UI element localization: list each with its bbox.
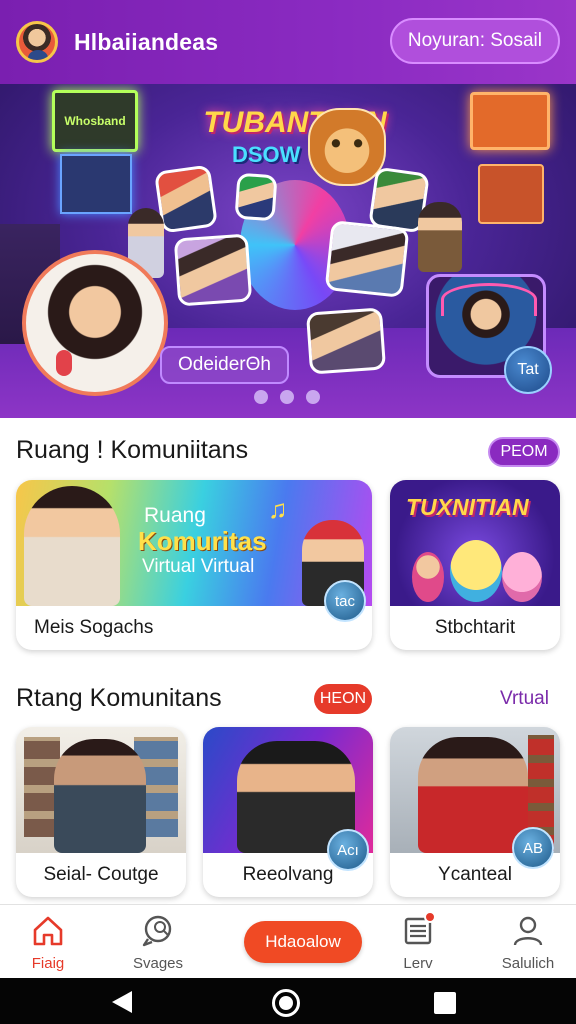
person-figure — [418, 737, 528, 853]
floating-photo — [234, 172, 278, 222]
person-figure — [54, 739, 146, 853]
wall-screen — [60, 154, 132, 214]
neon-sign: Whosband — [52, 90, 138, 152]
section-title: Rtang Komunitans — [16, 684, 222, 712]
user-avatar[interactable] — [16, 21, 58, 63]
section-pill[interactable]: HEON — [314, 684, 372, 714]
bottom-nav: Fiaig Svages Hdaoalow Lerv Salulich — [0, 904, 576, 978]
section-pill[interactable]: PEOM — [488, 437, 560, 467]
music-note-icon: ♫ — [268, 494, 288, 524]
nav-item-list[interactable]: Lerv — [378, 911, 458, 972]
nav-label: Salulich — [501, 955, 555, 972]
card-image-title: TUXNITIAN — [406, 494, 529, 520]
community-card[interactable]: Seial- Coutge — [16, 727, 186, 897]
community-card[interactable]: Acı Reeolvang — [203, 727, 373, 897]
card-image-text: Virtual Virtual — [142, 556, 255, 577]
home-circle-icon[interactable] — [272, 989, 300, 1017]
home-icon — [30, 913, 66, 949]
guitarist-figure — [418, 202, 462, 272]
mascot-figure — [450, 540, 502, 602]
mascot-figure — [412, 552, 444, 602]
banner-subtitle: DSOW — [232, 142, 301, 167]
system-nav-bar — [0, 978, 576, 1024]
neon-frame-right-2 — [478, 164, 544, 224]
card-image — [16, 727, 186, 853]
cat-mascot — [308, 108, 386, 186]
hero-banner[interactable]: Whosband TUBANTIAIN DSOW OdeiderΘh Tat — [0, 84, 576, 418]
card-label: Reeolvang — [242, 864, 334, 885]
carousel-dots — [254, 390, 320, 404]
chat-search-icon — [140, 913, 176, 949]
list-icon — [400, 911, 436, 949]
host-portrait — [22, 250, 168, 396]
mascot-figure — [502, 552, 542, 602]
nav-label: Svages — [132, 955, 184, 972]
nav-label: Lerv — [403, 955, 433, 972]
card-image: TUXNITIAN — [390, 480, 560, 606]
banner-pill-button[interactable]: OdeiderΘh — [160, 346, 289, 384]
card-image: AB — [390, 727, 560, 869]
primary-cta-button[interactable]: Hdaoalow — [244, 921, 362, 963]
app-header: Hlbaiiandeas Noyuran: Sosail — [0, 0, 576, 84]
carousel-dot[interactable] — [306, 390, 320, 404]
header-action-button[interactable]: Noyuran: Sosail — [389, 18, 560, 64]
banner-badge[interactable]: Tat — [504, 346, 552, 394]
nav-item-home[interactable]: Fiaig — [8, 913, 88, 972]
card-image: Ruang Komuritas Virtual Virtual ♫ tac — [16, 480, 372, 622]
girl-figure — [24, 486, 120, 606]
section-title: Ruang ! Komuniitans — [16, 436, 249, 464]
card-label: Ycanteal — [438, 864, 512, 885]
floating-photo — [305, 307, 387, 375]
neon-frame-right — [470, 92, 550, 150]
community-card[interactable]: Ruang Komuritas Virtual Virtual ♫ tac Me… — [16, 480, 372, 650]
carousel-dot[interactable] — [254, 390, 268, 404]
card-image-text: Ruang — [144, 504, 206, 527]
card-label: Stbchtarit — [434, 617, 516, 638]
app-title: Hlbaiiandeas — [74, 28, 219, 55]
section-link[interactable]: Vrtual — [500, 688, 549, 710]
floating-photo — [173, 233, 253, 307]
card-label: Seial- Coutge — [43, 864, 159, 885]
person-icon — [510, 913, 546, 949]
card-label: Meis Sogachs — [34, 617, 154, 638]
nav-label: Fiaig — [31, 955, 65, 972]
floating-photo — [324, 220, 410, 298]
community-card[interactable]: TUXNITIAN Stbchtarit — [390, 480, 560, 650]
card-image: Acı — [203, 727, 373, 871]
back-icon[interactable] — [112, 991, 132, 1013]
card-image-text: Komuritas — [138, 526, 267, 556]
carousel-dot[interactable] — [280, 390, 294, 404]
nav-item-search[interactable]: Svages — [118, 913, 198, 972]
notification-dot — [424, 911, 436, 923]
nav-item-profile[interactable]: Salulich — [488, 913, 568, 972]
recent-apps-icon[interactable] — [434, 992, 456, 1014]
community-card[interactable]: AB Ycanteal — [390, 727, 560, 897]
